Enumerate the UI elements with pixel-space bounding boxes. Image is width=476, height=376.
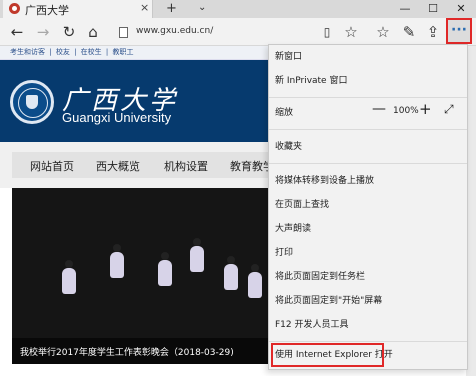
menu-separator xyxy=(269,97,467,98)
menu-item-cast-media[interactable]: 将媒体转移到设备上播放 xyxy=(275,169,463,193)
menu-item-pin-taskbar[interactable]: 将此页面固定到任务栏 xyxy=(275,265,463,289)
menu-separator xyxy=(269,163,467,164)
refresh-icon[interactable]: ↻ xyxy=(58,22,80,42)
menu-item-find-on-page[interactable]: 在页面上查找 xyxy=(275,193,463,217)
forward-icon[interactable]: → xyxy=(32,22,54,42)
zoom-label: 缩放 xyxy=(275,108,294,118)
more-options-button[interactable]: ··· xyxy=(446,18,472,44)
dancer-figure xyxy=(248,264,262,298)
link-visitors[interactable]: 考生和访客 xyxy=(10,48,45,56)
link-staff[interactable]: 教职工 xyxy=(112,48,133,56)
favorites-hub-icon[interactable]: ☆ xyxy=(372,22,394,42)
university-seal-logo[interactable] xyxy=(10,80,54,124)
dancer-figure xyxy=(62,260,76,294)
link-divider: | xyxy=(105,48,109,56)
menu-item-favorites[interactable]: 收藏夹 xyxy=(275,135,463,159)
menu-separator xyxy=(269,129,467,130)
site-nav-home[interactable]: 网站首页 xyxy=(30,158,74,174)
dancer-figure xyxy=(190,238,204,272)
home-icon[interactable]: ⌂ xyxy=(82,22,104,42)
url-text[interactable]: www.gxu.edu.cn/ xyxy=(136,26,213,36)
menu-item-pin-start[interactable]: 将此页面固定到"开始"屏幕 xyxy=(275,289,463,313)
dancer-figure xyxy=(158,252,172,286)
notes-pen-icon[interactable]: ✎ xyxy=(398,22,420,42)
link-students[interactable]: 在校生 xyxy=(81,48,102,56)
menu-item-print[interactable]: 打印 xyxy=(275,241,463,265)
tab-close-icon[interactable]: × xyxy=(140,1,149,14)
menu-item-read-aloud[interactable]: 大声朗读 xyxy=(275,217,463,241)
zoom-out-button[interactable]: — xyxy=(372,101,386,117)
link-alumni[interactable]: 校友 xyxy=(56,48,70,56)
close-window-button[interactable]: ✕ xyxy=(448,0,474,18)
favorite-star-icon[interactable]: ☆ xyxy=(340,22,362,42)
menu-item-new-inprivate[interactable]: 新 InPrivate 窗口 xyxy=(275,69,463,93)
maximize-button[interactable]: ☐ xyxy=(420,0,446,18)
fullscreen-icon[interactable]: ⤢ xyxy=(444,102,454,117)
back-icon[interactable]: ← xyxy=(6,22,28,42)
highlight-box xyxy=(271,343,384,367)
site-nav-organization[interactable]: 机构设置 xyxy=(164,158,208,174)
site-favicon-icon xyxy=(9,3,20,14)
tab-preview-chevron-icon[interactable]: ⌄ xyxy=(198,2,206,13)
menu-separator xyxy=(269,341,467,342)
new-tab-button[interactable]: + xyxy=(166,1,177,16)
link-divider: | xyxy=(49,48,52,56)
tab-title: 广西大学 xyxy=(25,4,69,17)
university-name-en: Guangxi University xyxy=(62,110,172,125)
zoom-in-button[interactable]: + xyxy=(419,100,432,118)
more-options-menu: 新窗口 新 InPrivate 窗口 缩放 — 100% + ⤢ 收藏夹 将媒体… xyxy=(268,44,468,370)
top-links: 考生和访客 | 校友 | 在校生 | 教职工 xyxy=(10,47,135,57)
photo-caption-bar: 我校举行2017年度学生工作表彰晚会（2018-03-29) xyxy=(12,338,276,364)
menu-item-new-window[interactable]: 新窗口 xyxy=(275,45,463,69)
navigation-bar: ← → ↻ ⌂ www.gxu.edu.cn/ ▯ ☆ ☆ ✎ ⇪ xyxy=(0,18,476,46)
browser-tab[interactable]: 广西大学 × xyxy=(3,0,153,18)
reading-view-icon[interactable]: ▯ xyxy=(316,22,338,42)
zoom-level: 100% xyxy=(393,106,419,116)
site-nav-overview[interactable]: 西大概览 xyxy=(96,158,140,174)
news-slideshow-photo[interactable]: 我校举行2017年度学生工作表彰晚会（2018-03-29) xyxy=(12,188,276,364)
share-icon[interactable]: ⇪ xyxy=(422,22,444,42)
title-bar: 广西大学 × + ⌄ — ☐ ✕ xyxy=(0,0,476,18)
dancer-figure xyxy=(110,244,124,278)
dancer-figure xyxy=(224,256,238,290)
menu-item-devtools[interactable]: F12 开发人员工具 xyxy=(275,313,463,337)
minimize-button[interactable]: — xyxy=(392,0,418,18)
page-icon xyxy=(119,27,128,38)
link-divider: | xyxy=(74,48,77,56)
photo-caption[interactable]: 我校举行2017年度学生工作表彰晚会（2018-03-29) xyxy=(20,345,234,358)
